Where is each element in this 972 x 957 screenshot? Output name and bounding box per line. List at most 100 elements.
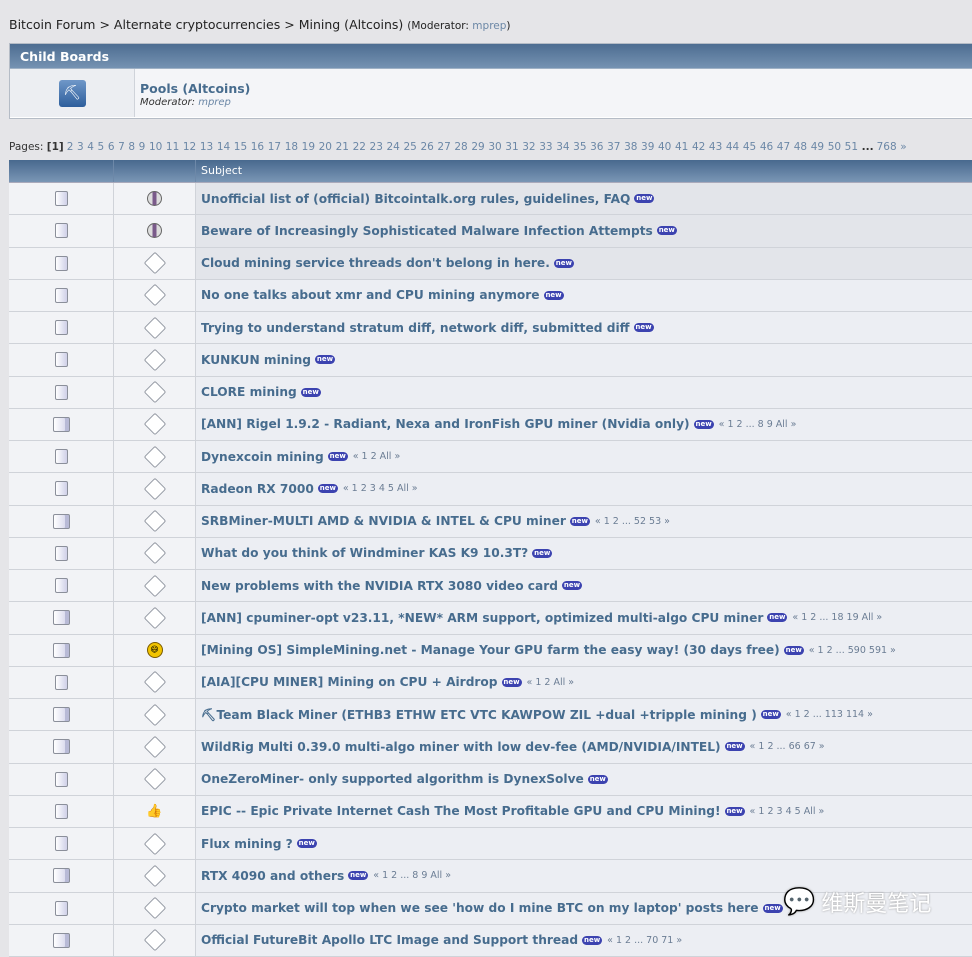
new-badge[interactable]: new — [587, 774, 608, 784]
page-link[interactable]: 17 — [268, 141, 281, 153]
topic-pages[interactable]: « 1 2 All » — [353, 451, 401, 462]
topic-link[interactable]: RTX 4090 and others — [201, 869, 344, 883]
topic-link[interactable]: No one talks about xmr and CPU mining an… — [201, 288, 540, 302]
page-link[interactable]: 50 — [828, 141, 841, 153]
page-link[interactable]: 37 — [607, 141, 620, 153]
topic-link[interactable]: Official FutureBit Apollo LTC Image and … — [201, 933, 578, 947]
topic-pages[interactable]: « 1 2 ... 70 71 » — [607, 935, 682, 946]
page-link[interactable]: 47 — [777, 141, 790, 153]
topic-link[interactable]: Beware of Increasingly Sophisticated Mal… — [201, 224, 653, 238]
new-badge[interactable]: new — [562, 581, 582, 591]
breadcrumb-alternate-cryptocurrencies[interactable]: Alternate cryptocurrencies — [114, 17, 280, 32]
page-link[interactable]: 24 — [387, 141, 400, 153]
page-link[interactable]: 29 — [471, 141, 484, 153]
topic-link[interactable]: ⛏Team Black Miner (ETHB3 ETHW ETC VTC KA… — [201, 708, 757, 722]
breadcrumb-bitcoin-forum[interactable]: Bitcoin Forum — [9, 17, 95, 32]
page-link[interactable]: 27 — [437, 141, 450, 153]
page-link[interactable]: 13 — [200, 141, 213, 153]
page-link[interactable]: 23 — [370, 141, 383, 153]
topic-pages[interactable]: « 1 2 3 4 5 All » — [343, 483, 418, 494]
new-badge[interactable]: new — [296, 839, 317, 849]
topic-link[interactable]: [AIA][CPU MINER] Mining on CPU + Airdrop — [201, 675, 498, 689]
page-link[interactable]: 5 — [98, 141, 105, 153]
new-badge[interactable]: new — [633, 323, 654, 333]
new-badge[interactable]: new — [327, 452, 348, 462]
page-link[interactable]: 25 — [403, 141, 416, 153]
page-link[interactable]: 33 — [539, 141, 552, 153]
topic-pages[interactable]: « 1 2 3 4 5 All » — [750, 806, 825, 817]
page-link[interactable]: 18 — [285, 141, 298, 153]
topic-pages[interactable]: « 1 2 All » — [527, 677, 575, 688]
new-badge[interactable]: new — [569, 516, 590, 526]
topic-pages[interactable]: « 1 2 ... 18 19 All » — [792, 612, 882, 623]
page-link[interactable]: 11 — [166, 141, 179, 153]
new-badge[interactable]: new — [634, 194, 655, 204]
new-badge[interactable]: new — [656, 226, 677, 236]
new-badge[interactable]: new — [783, 645, 804, 655]
page-link[interactable]: 45 — [743, 141, 756, 153]
topic-link[interactable]: New problems with the NVIDIA RTX 3080 vi… — [201, 579, 558, 593]
new-badge[interactable]: new — [501, 677, 522, 687]
page-link[interactable]: 16 — [251, 141, 264, 153]
topic-link[interactable]: CLORE mining — [201, 385, 297, 399]
subject-header[interactable]: Subject — [196, 160, 972, 182]
topic-link[interactable]: KUNKUN mining — [201, 353, 311, 367]
topic-link[interactable]: [ANN] Rigel 1.9.2 - Radiant, Nexa and Ir… — [201, 417, 690, 431]
page-link[interactable]: 42 — [692, 141, 705, 153]
breadcrumb-mining-altcoins[interactable]: Mining (Altcoins) — [299, 17, 404, 32]
topic-pages[interactable]: « 1 2 ... 66 67 » — [750, 741, 825, 752]
new-badge[interactable]: new — [724, 742, 745, 752]
page-link[interactable]: 15 — [234, 141, 247, 153]
page-link[interactable]: 35 — [573, 141, 586, 153]
moderator-link[interactable]: mprep — [198, 97, 231, 108]
page-link[interactable]: 8 — [128, 141, 135, 153]
new-badge[interactable]: new — [724, 806, 745, 816]
new-badge[interactable]: new — [760, 710, 781, 720]
page-link[interactable]: 3 — [77, 141, 84, 153]
page-link[interactable]: 31 — [505, 141, 518, 153]
topic-pages[interactable]: « 1 2 ... 590 591 » — [809, 645, 896, 656]
page-link[interactable]: 19 — [302, 141, 315, 153]
board-link-pools[interactable]: Pools (Altcoins) — [140, 78, 250, 97]
topic-link[interactable]: [ANN] cpuminer-opt v23.11, *NEW* ARM sup… — [201, 611, 763, 625]
new-badge[interactable]: new — [348, 871, 369, 881]
topic-link[interactable]: Cloud mining service threads don't belon… — [201, 256, 550, 270]
page-link[interactable]: 20 — [319, 141, 332, 153]
page-link[interactable]: 44 — [726, 141, 739, 153]
page-link[interactable]: 4 — [87, 141, 94, 153]
new-badge[interactable]: new — [317, 484, 338, 494]
page-link[interactable]: 2 — [67, 141, 74, 153]
page-link[interactable]: 40 — [658, 141, 671, 153]
page-link[interactable]: 32 — [522, 141, 535, 153]
topic-link[interactable]: Unofficial list of (official) Bitcointal… — [201, 192, 630, 206]
page-link[interactable]: 14 — [217, 141, 230, 153]
page-link[interactable]: 51 — [845, 141, 858, 153]
page-link[interactable]: 36 — [590, 141, 603, 153]
new-badge[interactable]: new — [543, 290, 564, 300]
page-link[interactable]: 28 — [454, 141, 467, 153]
page-link[interactable]: 34 — [556, 141, 569, 153]
topic-pages[interactable]: « 1 2 ... 113 114 » — [786, 709, 873, 720]
page-link[interactable]: 49 — [811, 141, 824, 153]
page-link[interactable]: 12 — [183, 141, 196, 153]
moderator-link[interactable]: mprep — [472, 20, 506, 32]
new-badge[interactable]: new — [582, 935, 603, 945]
page-link[interactable]: 43 — [709, 141, 722, 153]
page-link[interactable]: 30 — [488, 141, 501, 153]
page-link[interactable]: 26 — [420, 141, 433, 153]
topic-pages[interactable]: « 1 2 ... 8 9 All » — [373, 870, 451, 881]
topic-link[interactable]: Dynexcoin mining — [201, 450, 324, 464]
topic-link[interactable]: Crypto market will top when we see 'how … — [201, 901, 759, 915]
topic-link[interactable]: EPIC -- Epic Private Internet Cash The M… — [201, 804, 721, 818]
topic-link[interactable]: Trying to understand stratum diff, netwo… — [201, 321, 630, 335]
new-badge[interactable]: new — [767, 613, 788, 623]
topic-link[interactable]: What do you think of Windminer KAS K9 10… — [201, 546, 528, 560]
page-link[interactable]: 41 — [675, 141, 688, 153]
page-link[interactable]: 38 — [624, 141, 637, 153]
page-link[interactable]: 46 — [760, 141, 773, 153]
page-link[interactable]: 9 — [139, 141, 146, 153]
topic-link[interactable]: Flux mining ? — [201, 837, 293, 851]
page-link[interactable]: 7 — [118, 141, 125, 153]
topic-link[interactable]: Radeon RX 7000 — [201, 482, 314, 496]
next-page-link[interactable]: » — [900, 141, 906, 153]
